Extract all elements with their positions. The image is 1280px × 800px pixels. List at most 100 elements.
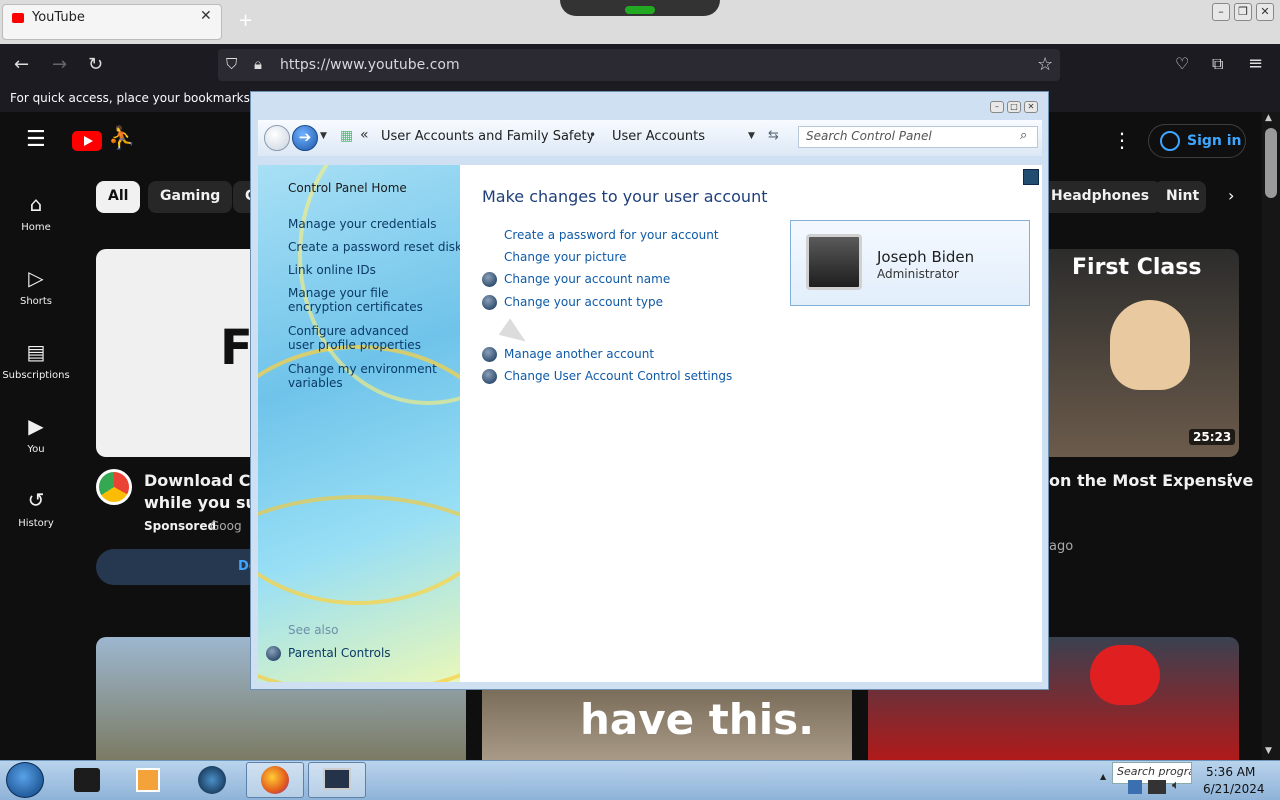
chip-headphones[interactable]: Headphones (1049, 181, 1162, 213)
subscriptions-icon: ▤ (26, 340, 46, 364)
left-link-control-panel-home[interactable]: Control Panel Home (288, 181, 407, 195)
video-more-icon[interactable]: ⋮ (1222, 470, 1240, 491)
left-link-advanced-profile[interactable]: Configure advanced user profile properti… (288, 324, 438, 352)
reload-icon[interactable]: ↻ (88, 54, 103, 75)
taskbar-app-control-panel[interactable] (308, 762, 366, 798)
thumbnail-overlay-text: First Class (1072, 255, 1202, 280)
account-role: Administrator (877, 267, 959, 281)
scroll-up-icon[interactable]: ▲ (1265, 113, 1272, 123)
tray-app-icon[interactable] (1128, 780, 1142, 794)
scrollbar-thumb[interactable] (1265, 128, 1277, 198)
restore-window-button[interactable]: ❐ (1234, 3, 1252, 21)
new-tab-icon[interactable]: + (238, 10, 253, 31)
help-icon[interactable] (1023, 169, 1039, 185)
cp-back-button[interactable] (264, 125, 290, 151)
left-link-online-ids[interactable]: Link online IDs (288, 263, 376, 277)
clock-time[interactable]: 5:36 AM (1206, 765, 1255, 779)
cp-maximize-button[interactable]: □ (1007, 101, 1021, 113)
pocket-icon[interactable]: ♡ (1175, 54, 1189, 73)
breadcrumb-user-accounts-family-safety[interactable]: User Accounts and Family Safety (381, 129, 594, 144)
shorts-icon: ▷ (28, 266, 44, 290)
chip-all[interactable]: All (96, 181, 141, 213)
sidebar-label: Subscriptions (2, 370, 70, 381)
thumbnail-person (1110, 300, 1190, 390)
left-link-environment-variables[interactable]: Change my environment variables (288, 362, 438, 390)
taskbar-app-globe[interactable] (184, 762, 242, 798)
taskbar-app-media-player[interactable] (120, 762, 178, 798)
forward-icon[interactable]: → (52, 54, 67, 75)
address-dropdown-icon[interactable]: ▼ (748, 131, 755, 141)
cp-close-button[interactable]: ✕ (1024, 101, 1038, 113)
account-name: Joseph Biden (877, 248, 975, 266)
network-icon[interactable] (1148, 780, 1166, 794)
menu-icon[interactable]: ≡ (1248, 53, 1263, 74)
task-manage-another-account[interactable]: Manage another account (504, 347, 654, 361)
chip-nintendo[interactable]: Nint (1154, 181, 1206, 213)
left-link-parental-controls[interactable]: Parental Controls (288, 646, 391, 660)
search-icon[interactable]: ⌕ (1020, 128, 1027, 143)
task-change-account-name[interactable]: Change your account name (504, 272, 670, 286)
close-window-button[interactable]: ✕ (1256, 3, 1274, 21)
start-button-windows-icon[interactable] (6, 762, 44, 798)
sidebar-item-home[interactable]: ⌂ Home (0, 192, 72, 233)
taskbar-app-terminal[interactable] (58, 762, 116, 798)
back-icon[interactable]: ← (14, 54, 29, 75)
lock-icon[interactable]: 🔒︎ (254, 55, 262, 73)
youtube-logo-icon[interactable] (72, 131, 102, 151)
breadcrumb-overflow-icon[interactable]: « (360, 127, 369, 143)
breadcrumb-user-accounts[interactable]: User Accounts (612, 129, 705, 144)
task-change-account-type[interactable]: Change your account type (504, 295, 663, 309)
sidebar-item-you[interactable]: ▶ You (0, 414, 72, 455)
cp-minimize-button[interactable]: – (990, 101, 1004, 113)
shield-orb-icon (482, 295, 497, 310)
task-change-picture[interactable]: Change your picture (504, 250, 626, 264)
hamburger-menu-icon[interactable]: ☰ (26, 127, 46, 152)
scroll-down-icon[interactable]: ▼ (1265, 746, 1272, 756)
sidebar-label: Shorts (19, 296, 53, 307)
left-link-file-encryption[interactable]: Manage your file encryption certificates (288, 286, 448, 314)
account-picture[interactable] (806, 234, 862, 290)
recent-pages-dropdown-icon[interactable]: ▼ (320, 131, 327, 141)
ad-download-button[interactable]: Do (96, 549, 258, 585)
page-title: Make changes to your user account (482, 187, 768, 206)
cp-forward-button[interactable]: ➔ (292, 125, 318, 151)
task-create-password[interactable]: Create a password for your account (504, 228, 719, 242)
tray-expand-icon[interactable]: ▲ (1100, 772, 1106, 781)
shield-orb-icon (482, 369, 497, 384)
sidebar-item-shorts[interactable]: ▷ Shorts (0, 266, 72, 307)
globe-icon (198, 766, 226, 794)
taskbar-app-firefox[interactable] (246, 762, 304, 798)
clock-date[interactable]: 6/21/2024 (1203, 782, 1265, 796)
tab-close-icon[interactable]: ✕ (200, 8, 212, 24)
account-icon (1160, 131, 1180, 151)
bookmark-star-icon[interactable]: ☆ (1037, 54, 1053, 75)
theme-decoration-eyes (625, 6, 655, 14)
page-scrollbar[interactable] (1262, 112, 1280, 762)
task-uac-settings[interactable]: Change User Account Control settings (504, 369, 732, 383)
doodle-figure-icon: ⛹ (108, 126, 136, 151)
control-panel-taskbar-icon (323, 768, 351, 790)
shield-icon[interactable]: ⛉ (226, 55, 237, 73)
minimize-window-button[interactable]: – (1212, 3, 1230, 21)
breadcrumb-separator-icon[interactable]: • (589, 128, 596, 142)
home-icon: ⌂ (29, 192, 43, 216)
left-link-manage-credentials[interactable]: Manage your credentials (288, 217, 437, 231)
left-link-password-reset-disk[interactable]: Create a password reset disk (288, 240, 462, 254)
control-panel-icon: ▦ (340, 128, 354, 144)
refresh-icon[interactable]: ⇆ (768, 128, 779, 143)
media-player-icon (136, 768, 160, 792)
url-text[interactable]: https://www.youtube.com (280, 57, 460, 73)
more-options-icon[interactable]: ⋮ (1112, 128, 1132, 152)
history-icon: ↺ (27, 488, 45, 512)
sidebar-item-history[interactable]: ↺ History (0, 488, 72, 529)
sidebar-item-subscriptions[interactable]: ▤ Subscriptions (0, 340, 72, 381)
chip-gaming[interactable]: Gaming (148, 181, 233, 213)
parental-controls-icon (266, 646, 281, 661)
chrome-logo-icon (96, 469, 132, 505)
volume-icon[interactable]: 🔈︎ (1172, 778, 1180, 793)
sidebar-label: You (27, 444, 45, 455)
chips-next-icon[interactable]: › (1228, 186, 1234, 205)
extensions-icon[interactable]: ⧉ (1212, 54, 1223, 74)
sidebar-label: History (18, 518, 54, 529)
ad-source: Goog (210, 519, 242, 533)
